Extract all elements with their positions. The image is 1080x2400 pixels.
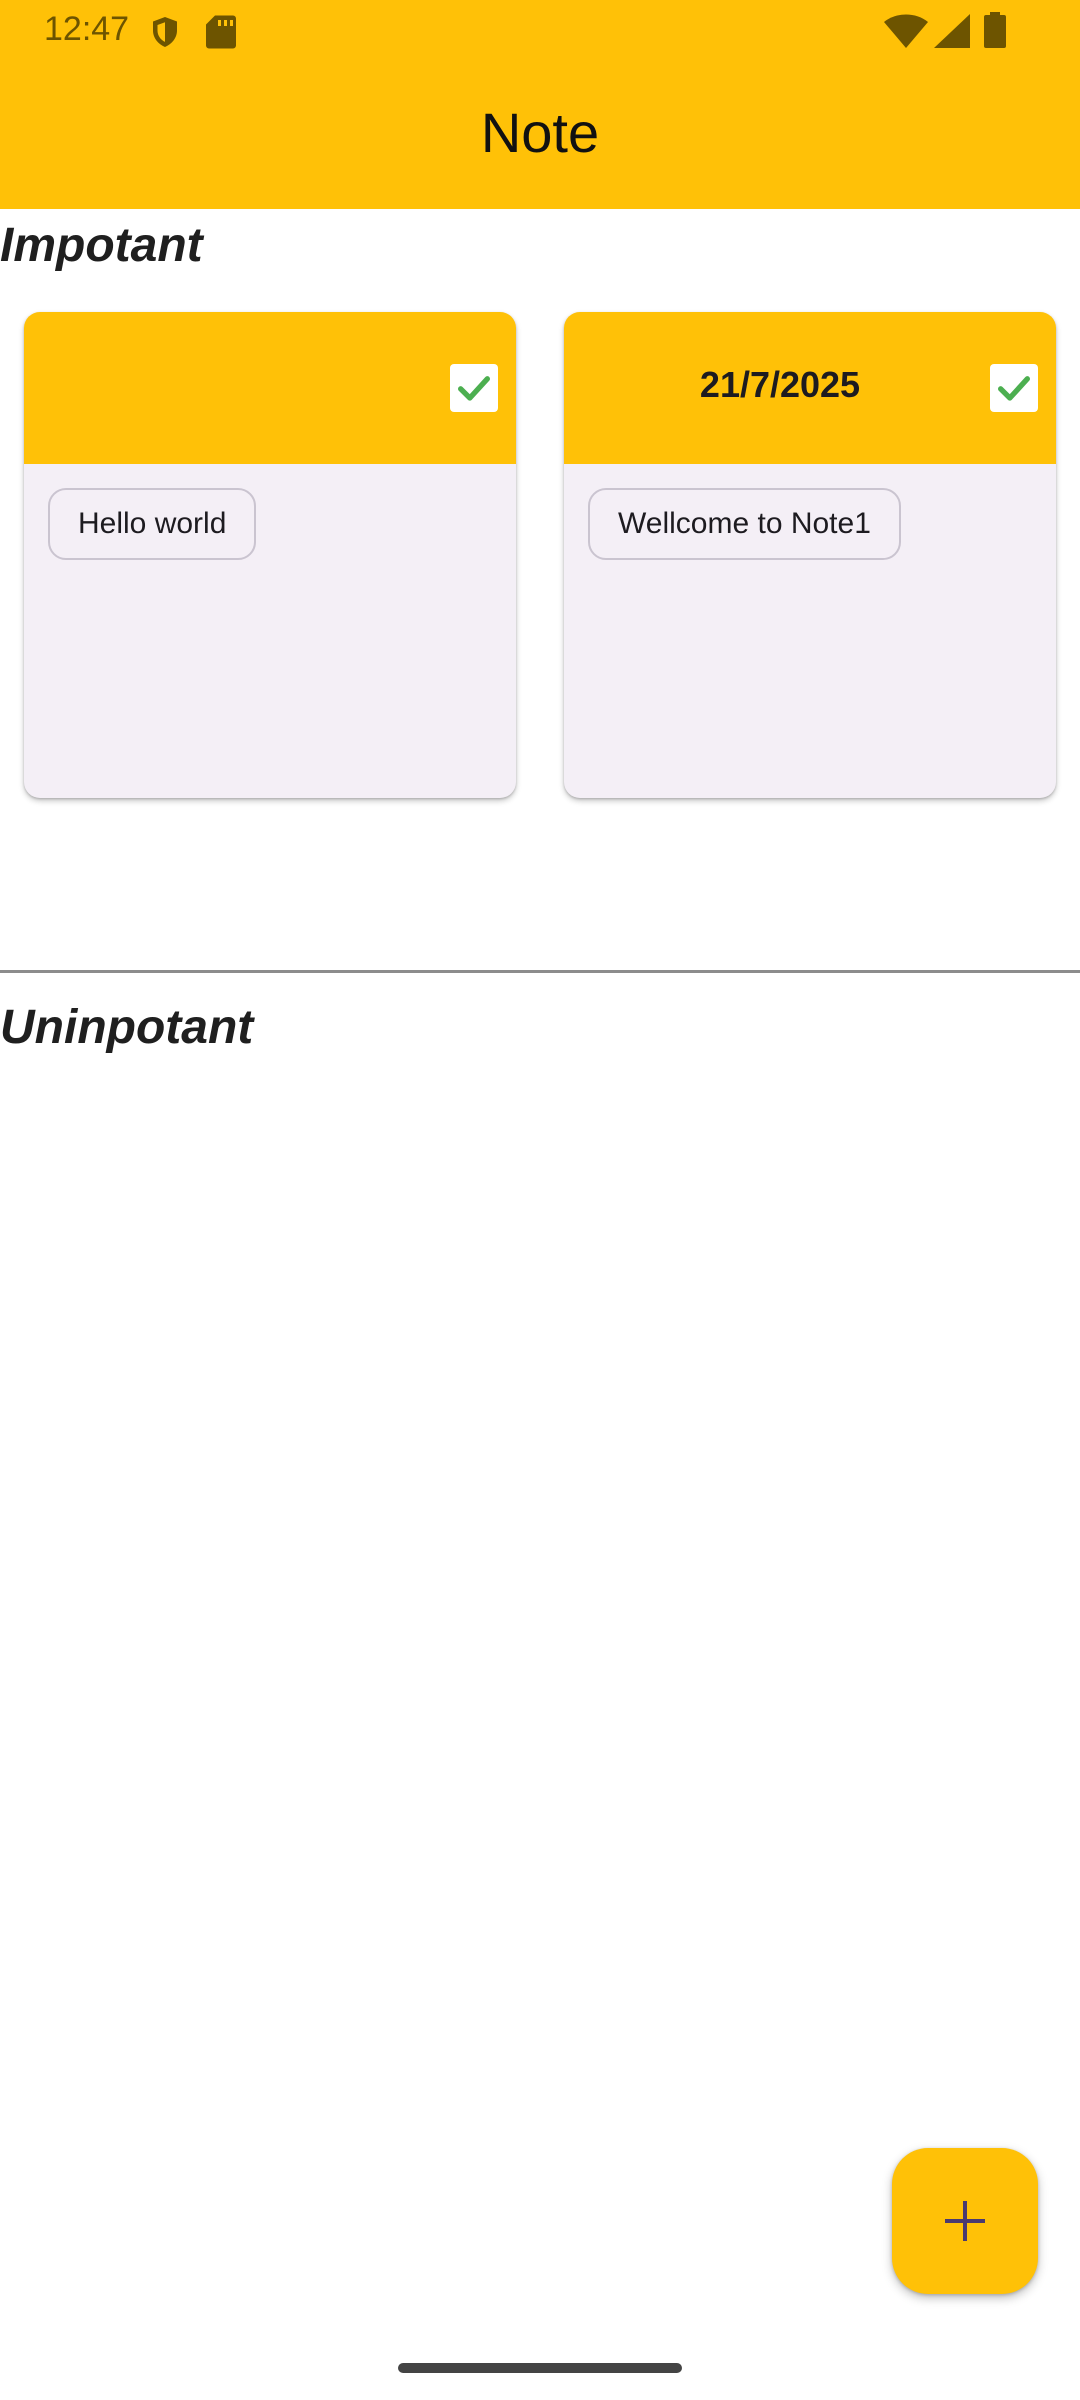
add-note-button[interactable] — [892, 2148, 1038, 2294]
note-card[interactable]: 21/7/2025 Wellcome to Note1 — [564, 312, 1056, 798]
battery-icon — [984, 12, 1006, 48]
note-checkbox[interactable] — [450, 364, 498, 412]
page-title: Note — [480, 101, 600, 164]
note-card-header — [24, 312, 516, 464]
note-card-header: 21/7/2025 — [564, 312, 1056, 464]
note-chip[interactable]: Wellcome to Note1 — [588, 488, 901, 560]
note-date: 21/7/2025 — [699, 364, 861, 405]
section-title-important: Impotant — [0, 219, 203, 272]
app-bar: 12:47 Note — [0, 0, 1080, 209]
section-title-unimportant: Uninpotant — [0, 1001, 254, 1054]
signal-icon — [934, 14, 970, 48]
plus-icon — [945, 2201, 985, 2241]
shield-icon — [146, 14, 184, 50]
check-icon — [458, 376, 490, 401]
status-bar: 12:47 — [0, 0, 1080, 62]
section-divider — [0, 970, 1080, 973]
sd-card-icon — [206, 14, 236, 50]
gesture-nav-bar[interactable] — [398, 2363, 682, 2373]
note-chip[interactable]: Hello world — [48, 488, 257, 560]
check-icon — [998, 376, 1030, 401]
note-card[interactable]: Hello world — [24, 312, 516, 798]
note-checkbox[interactable] — [990, 364, 1038, 412]
wifi-icon — [884, 14, 928, 48]
status-time: 12:47 — [44, 10, 130, 48]
